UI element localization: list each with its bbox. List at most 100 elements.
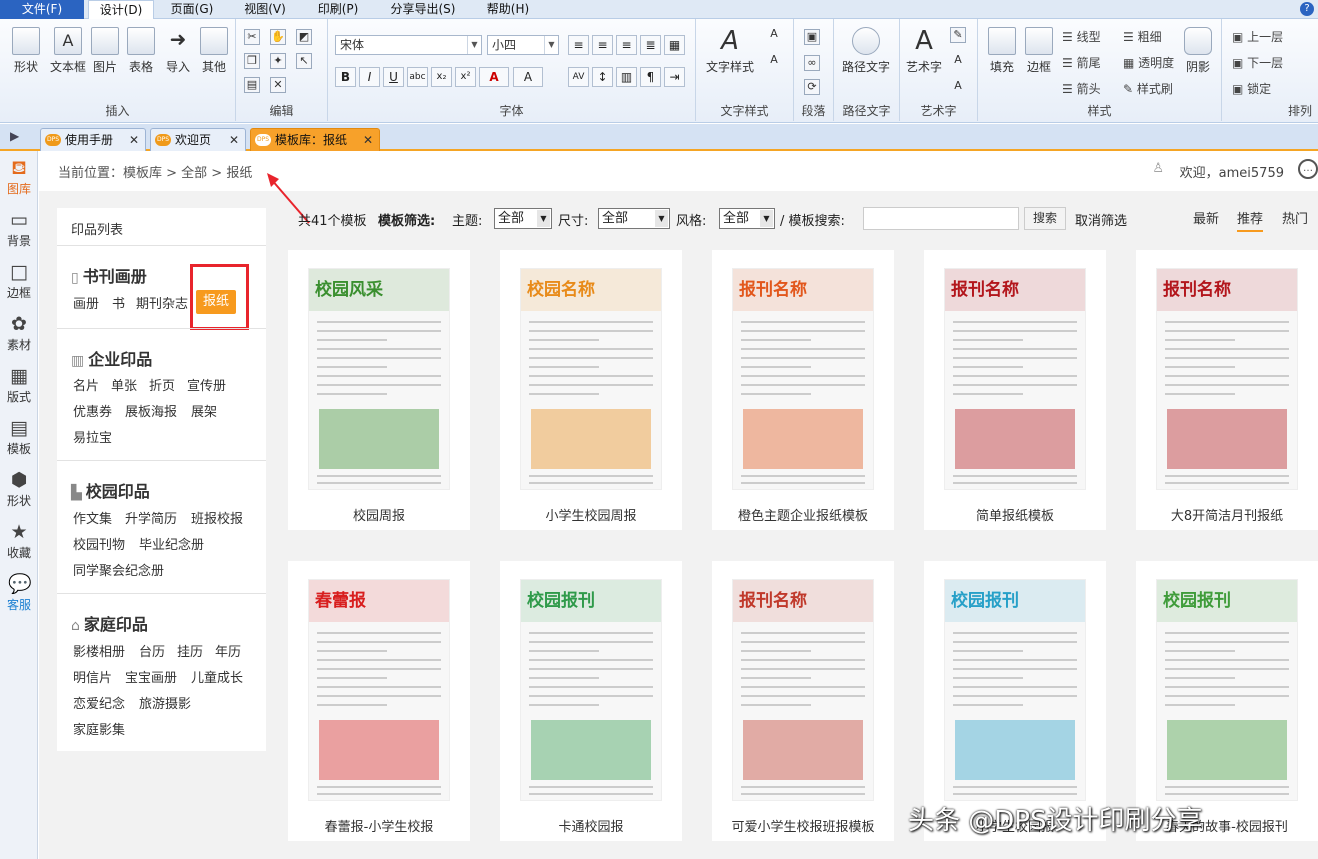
template-caption[interactable]: 可爱小学生校报班报模板 — [712, 816, 894, 835]
sidebar-item-shape[interactable]: ⬢ 形状 — [0, 469, 38, 509]
cat-love[interactable]: 恋爱纪念 — [73, 693, 125, 712]
cat-flyer[interactable]: 单张 — [111, 375, 137, 394]
template-caption[interactable]: 大8开简洁月刊报纸 — [1136, 505, 1318, 524]
art-edit-icon[interactable]: ✎ — [950, 27, 966, 43]
cat-business-card[interactable]: 名片 — [73, 375, 99, 394]
fill-button[interactable]: 填充 — [988, 27, 1016, 75]
message-icon[interactable]: … — [1298, 159, 1318, 179]
sort-recommended[interactable]: 推荐 — [1237, 208, 1264, 232]
cat-baby-album[interactable]: 宝宝画册 — [125, 667, 177, 686]
sort-newest[interactable]: 最新 — [1193, 208, 1219, 227]
template-card[interactable]: 春蕾报 春蕾报-小学生校报 — [288, 561, 470, 841]
template-caption[interactable]: 校园周报 — [288, 505, 470, 524]
paste-icon[interactable]: ▤ — [244, 77, 260, 93]
paragraph-icon[interactable]: ¶ — [640, 67, 661, 87]
justify-icon[interactable]: ≣ — [640, 35, 661, 55]
template-caption[interactable]: 卡通校园报 — [500, 816, 682, 835]
sort-popular[interactable]: 热门 — [1282, 208, 1308, 227]
template-card[interactable]: 校园报刊 卡通校园报 — [500, 561, 682, 841]
menu-help[interactable]: 帮助(H) — [476, 0, 540, 19]
template-card[interactable]: 校园报刊 小学生校园报 — [924, 561, 1106, 841]
rotate-icon[interactable]: ⟳ — [804, 79, 820, 95]
font-size-select[interactable]: 小四 ▼ — [487, 35, 559, 55]
path-text-button[interactable]: 路径文字 — [842, 27, 890, 75]
close-icon[interactable]: ✕ — [363, 129, 373, 151]
template-thumbnail[interactable]: 报刊名称 — [1156, 268, 1298, 490]
align-left-icon[interactable]: ≡ — [568, 35, 589, 55]
shape-button[interactable]: 形状 — [12, 27, 40, 75]
breadcrumb[interactable]: 当前位置：模板库 > 全部 > 报纸 — [58, 162, 252, 181]
cat-resume[interactable]: 升学简历 — [125, 508, 177, 527]
cat-graduation[interactable]: 毕业纪念册 — [139, 534, 204, 553]
format-brush-button[interactable]: ✎ 样式刷 — [1123, 80, 1173, 97]
send-backward-button[interactable]: ▣ 下一层 — [1232, 54, 1283, 71]
template-card[interactable]: 校园风采 校园周报 — [288, 250, 470, 530]
font-color-icon[interactable]: A — [479, 67, 509, 87]
cat-poster[interactable]: 展板海报 — [125, 401, 177, 420]
transparency-button[interactable]: ▦ 透明度 — [1123, 54, 1174, 71]
sidebar-item-template[interactable]: ▤ 模板 — [0, 417, 38, 457]
cat-fold[interactable]: 折页 — [149, 375, 175, 394]
cat-year-calendar[interactable]: 年历 — [215, 641, 241, 660]
wand-icon[interactable]: ✦ — [270, 53, 286, 69]
cat-campus-pub[interactable]: 校园刊物 — [73, 534, 125, 553]
highlight-icon[interactable]: A — [513, 67, 543, 87]
template-caption[interactable]: 小学生校园周报 — [500, 505, 682, 524]
text-style-button[interactable]: A 文字样式 — [706, 27, 754, 75]
clear-filter-link[interactable]: 取消筛选 — [1075, 210, 1127, 229]
cat-rollup[interactable]: 易拉宝 — [73, 427, 112, 446]
cut-icon[interactable]: ✂ — [244, 29, 260, 45]
subscript-icon[interactable]: x₂ — [431, 67, 452, 87]
image-button[interactable]: 图片 — [91, 27, 119, 75]
template-card[interactable]: 报刊名称 可爱小学生校报班报模板 — [712, 561, 894, 841]
cat-postcard[interactable]: 明信片 — [73, 667, 112, 686]
art-text-button[interactable]: A 艺术字 — [906, 27, 942, 75]
cat-travel[interactable]: 旅游摄影 — [139, 693, 191, 712]
link-icon[interactable]: ∞ — [804, 55, 820, 71]
cat-coupon[interactable]: 优惠券 — [73, 401, 112, 420]
sidebar-item-layout[interactable]: ▦ 版式 — [0, 365, 38, 405]
hand-icon[interactable]: ✋ — [270, 29, 286, 45]
shadow-button[interactable]: 阴影 — [1184, 27, 1212, 75]
arrow-tail-button[interactable]: ☰ 箭头 — [1062, 80, 1101, 97]
template-card[interactable]: 报刊名称 橙色主题企业报纸模板 — [712, 250, 894, 530]
cat-stand[interactable]: 展架 — [191, 401, 217, 420]
cat-book[interactable]: 书 — [112, 293, 125, 312]
template-thumbnail[interactable]: 校园风采 — [308, 268, 450, 490]
cat-reunion[interactable]: 同学聚会纪念册 — [73, 560, 164, 579]
cat-magazine[interactable]: 期刊杂志 — [136, 293, 188, 312]
template-thumbnail[interactable]: 校园名称 — [520, 268, 662, 490]
paragraph-box-icon[interactable]: ▣ — [804, 29, 820, 45]
menu-file[interactable]: 文件(F) — [0, 0, 84, 19]
template-caption[interactable]: 橙色主题企业报纸模板 — [712, 505, 894, 524]
pointer-icon[interactable]: ↖ — [296, 53, 312, 69]
distribute-icon[interactable]: ▦ — [664, 35, 685, 55]
sidebar-item-border[interactable]: □ 边框 — [0, 261, 38, 301]
tab-user-manual[interactable]: DPS 使用手册 ✕ — [40, 128, 146, 151]
style-select[interactable]: 全部 ▼ — [719, 208, 775, 229]
tab-template-library[interactable]: DPS 模板库：报纸 ✕ — [250, 128, 380, 151]
menu-page[interactable]: 页面(G) — [160, 0, 224, 19]
other-button[interactable]: 其他 — [200, 27, 228, 75]
char-spacing-icon[interactable]: AV — [568, 67, 589, 87]
tab-welcome[interactable]: DPS 欢迎页 ✕ — [150, 128, 246, 151]
menu-design[interactable]: 设计(D) — [88, 0, 154, 20]
thickness-button[interactable]: ☰ 粗细 — [1123, 28, 1162, 45]
template-caption[interactable]: 春蕾报-小学生校报 — [288, 816, 470, 835]
sidebar-item-material[interactable]: ✿ 素材 — [0, 313, 38, 353]
cat-family-album[interactable]: 家庭影集 — [73, 719, 125, 738]
cat-essay[interactable]: 作文集 — [73, 508, 112, 527]
search-button[interactable]: 搜索 — [1024, 207, 1066, 230]
cat-growth[interactable]: 儿童成长 — [191, 667, 243, 686]
search-input[interactable] — [863, 207, 1019, 230]
template-card[interactable]: 校园名称小学生校园周报 — [500, 250, 682, 530]
delete-icon[interactable]: ✕ — [270, 77, 286, 93]
menu-share-export[interactable]: 分享导出(S) — [376, 0, 470, 19]
sidebar-item-gallery[interactable]: ⛾ 图库 — [0, 157, 38, 197]
menu-print[interactable]: 印刷(P) — [306, 0, 370, 19]
font-name-select[interactable]: 宋体 ▼ — [335, 35, 482, 55]
sidebar-item-background[interactable]: ▭ 背景 — [0, 209, 38, 249]
sidebar-item-service[interactable]: 💬 客服 — [0, 573, 38, 613]
table-button[interactable]: 表格 — [127, 27, 155, 75]
text-effect-icon[interactable]: A — [766, 27, 782, 43]
